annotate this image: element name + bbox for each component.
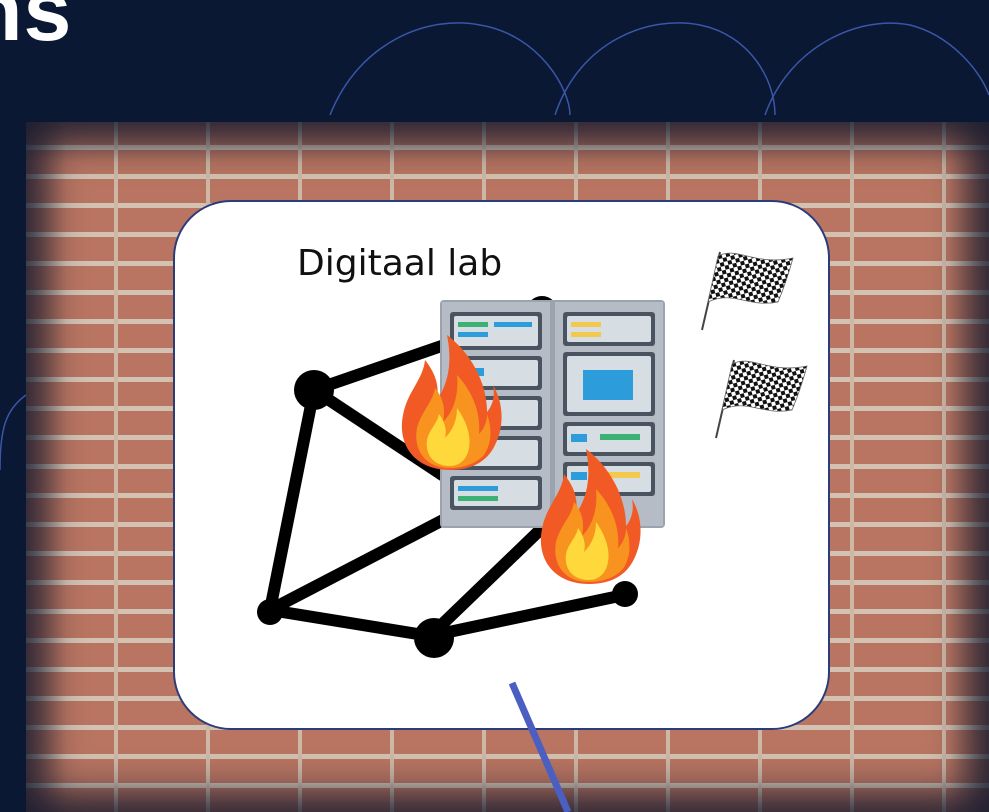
connector-line bbox=[508, 681, 572, 812]
